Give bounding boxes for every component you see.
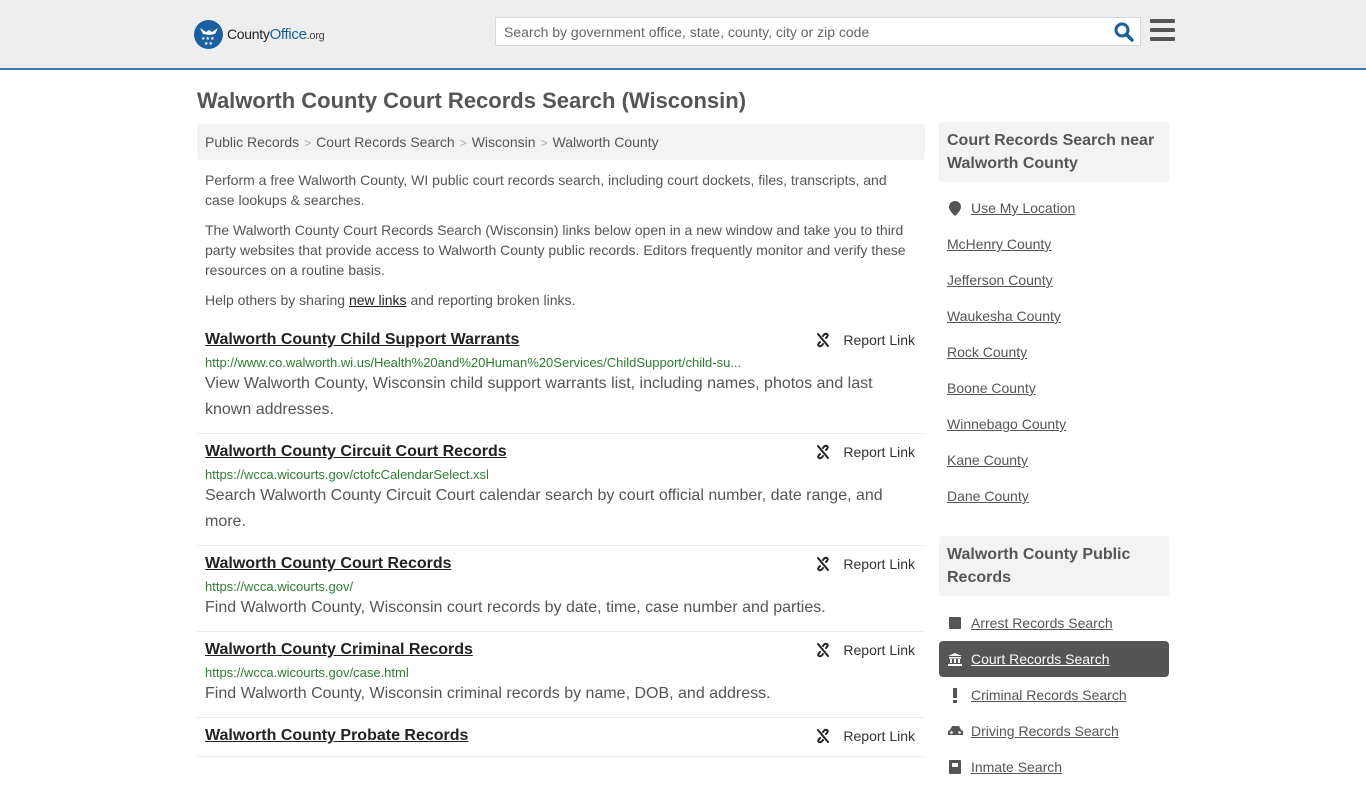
nearby-county-rock[interactable]: Rock County <box>939 334 1169 370</box>
link-title[interactable]: Walworth County Court Records <box>205 554 452 574</box>
broken-link-icon <box>817 444 830 460</box>
car-icon <box>947 725 963 737</box>
link-description: Search Walworth County Circuit Court cal… <box>205 487 883 530</box>
report-link-button[interactable]: Report Link <box>815 556 915 572</box>
public-records-sidebar: Walworth County Public Records Arrest Re… <box>939 536 1169 785</box>
report-link-button[interactable]: Report Link <box>815 642 915 658</box>
link-title[interactable]: Walworth County Criminal Records <box>205 640 473 660</box>
intro-paragraph-1: Perform a free Walworth County, WI publi… <box>205 172 887 208</box>
new-links-link[interactable]: new links <box>349 292 407 308</box>
link-list: Walworth County Child Support Warrants R… <box>197 322 925 757</box>
main-content: Public Records > Court Records Search > Wisc… <box>197 124 925 757</box>
intro-paragraph-2: The Walworth County Court Records Search… <box>205 222 906 278</box>
link-description: Find Walworth County, Wisconsin court re… <box>205 599 826 616</box>
nearby-list: Use My Location <box>939 190 1169 226</box>
nearby-county-kane[interactable]: Kane County <box>939 442 1169 478</box>
public-records-list: Arrest Records Search Court Records Sear… <box>939 605 1169 785</box>
broken-link-icon <box>817 642 830 658</box>
nearby-county-mchenry[interactable]: McHenry County <box>939 226 1169 262</box>
link-description: View Walworth County, Wisconsin child su… <box>205 375 873 418</box>
broken-link-icon <box>817 332 830 348</box>
map-pin-icon <box>947 200 963 216</box>
nearby-county-waukesha[interactable]: Waukesha County <box>939 298 1169 334</box>
link-item: Walworth County Child Support Warrants R… <box>197 322 925 434</box>
hamburger-menu-icon[interactable] <box>1150 19 1175 41</box>
link-title[interactable]: Walworth County Circuit Court Records <box>205 442 507 462</box>
breadcrumb-wisconsin[interactable]: Wisconsin <box>472 134 536 150</box>
county-office-logo[interactable]: ★★★ ★★ CountyOffice.org <box>194 20 325 49</box>
sidebar-item-driving-records[interactable]: Driving Records Search <box>939 713 1169 749</box>
report-link-button[interactable]: Report Link <box>815 444 915 460</box>
broken-link-icon <box>817 556 830 572</box>
report-link-button[interactable]: Report Link <box>815 332 915 348</box>
broken-link-icon <box>817 728 830 744</box>
nearby-county-dane[interactable]: Dane County <box>939 478 1169 514</box>
sidebar-item-court-records[interactable]: Court Records Search <box>939 641 1169 677</box>
link-url: http://www.co.walworth.wi.us/Health%20an… <box>205 355 742 370</box>
top-bar: ★★★ ★★ CountyOffice.org <box>0 0 1366 70</box>
courthouse-icon <box>947 652 963 666</box>
nearby-heading: Court Records Search near Walworth Count… <box>939 122 1169 182</box>
breadcrumb-walworth-county[interactable]: Walworth County <box>553 134 659 150</box>
report-link-button[interactable]: Report Link <box>815 728 915 744</box>
link-url: https://wcca.wicourts.gov/ <box>205 579 354 594</box>
inmate-icon <box>947 760 963 774</box>
link-item: Walworth County Probate Records Report L… <box>197 718 925 757</box>
breadcrumb-separator: > <box>304 136 312 150</box>
link-title[interactable]: Walworth County Child Support Warrants <box>205 330 519 350</box>
breadcrumb-separator: > <box>459 136 467 150</box>
link-title[interactable]: Walworth County Probate Records <box>205 726 468 746</box>
search-bar <box>495 17 1141 46</box>
sidebar-item-arrest-records[interactable]: Arrest Records Search <box>939 605 1169 641</box>
intro-paragraph-3: Help others by sharing new links and rep… <box>205 292 576 308</box>
link-description: Find Walworth County, Wisconsin criminal… <box>205 685 771 702</box>
eagle-logo-icon: ★★★ ★★ <box>194 20 223 49</box>
sidebar-item-criminal-records[interactable]: Criminal Records Search <box>939 677 1169 713</box>
link-url: https://wcca.wicourts.gov/case.html <box>205 665 409 680</box>
nearby-county-jefferson[interactable]: Jefferson County <box>939 262 1169 298</box>
link-item: Walworth County Circuit Court Records Re… <box>197 434 925 546</box>
svg-text:★★: ★★ <box>204 41 213 45</box>
sidebar-item-inmate-search[interactable]: Inmate Search <box>939 749 1169 785</box>
logo-wordmark: CountyOffice.org <box>227 26 325 43</box>
link-url: https://wcca.wicourts.gov/ctofcCalendarS… <box>205 467 489 482</box>
use-my-location[interactable]: Use My Location <box>939 190 1169 226</box>
square-icon <box>947 617 963 629</box>
breadcrumb-court-records-search[interactable]: Court Records Search <box>316 134 455 150</box>
nearby-counties: McHenry County Jefferson County Waukesha… <box>939 226 1169 514</box>
exclamation-icon <box>947 687 963 703</box>
link-item: Walworth County Criminal Records Report … <box>197 632 925 718</box>
breadcrumb-public-records[interactable]: Public Records <box>205 134 299 150</box>
link-item: Walworth County Court Records Report Lin… <box>197 546 925 632</box>
search-input[interactable] <box>496 18 1096 45</box>
intro-text: Perform a free Walworth County, WI publi… <box>197 170 925 310</box>
public-records-heading: Walworth County Public Records <box>939 536 1169 596</box>
breadcrumb-separator: > <box>540 136 548 150</box>
breadcrumb: Public Records > Court Records Search > Wisc… <box>197 124 925 160</box>
nearby-county-winnebago[interactable]: Winnebago County <box>939 406 1169 442</box>
search-icon[interactable] <box>1114 22 1134 42</box>
page-title: Walworth County Court Records Search (Wi… <box>197 88 747 113</box>
nearby-sidebar: Court Records Search near Walworth Count… <box>939 122 1169 514</box>
nearby-county-boone[interactable]: Boone County <box>939 370 1169 406</box>
